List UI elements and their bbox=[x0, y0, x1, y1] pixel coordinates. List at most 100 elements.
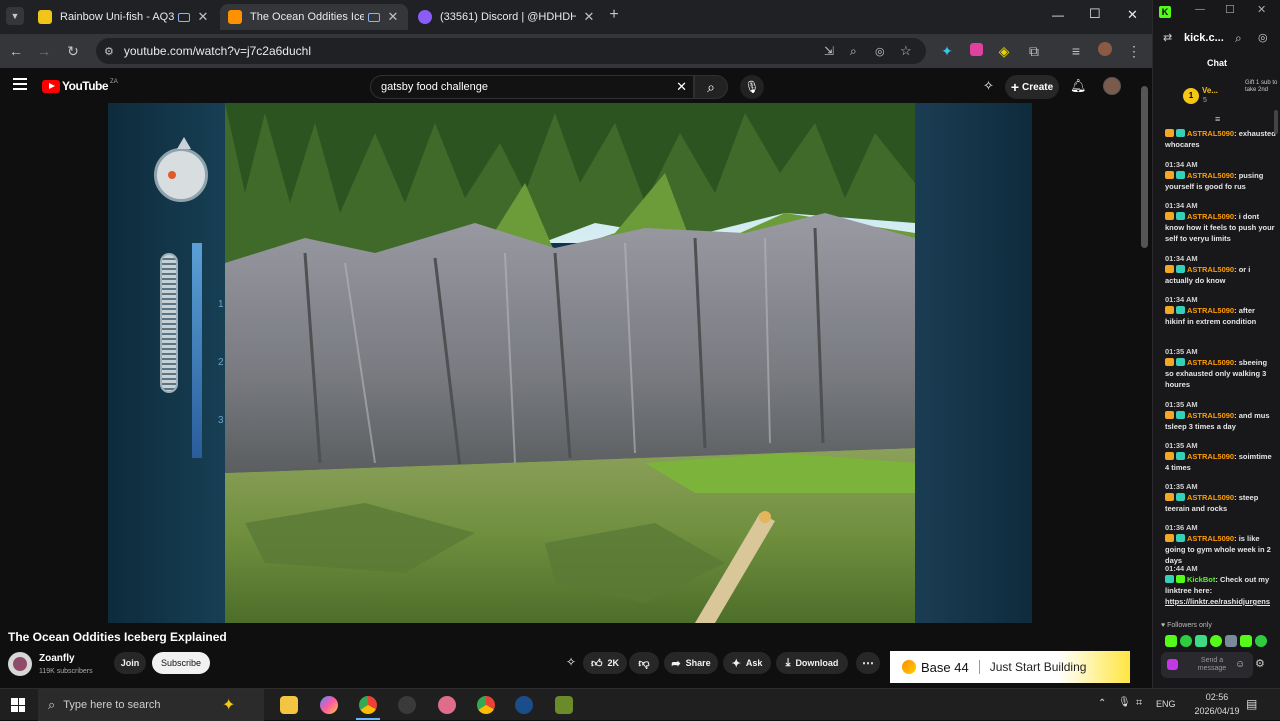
forward-arrow-icon[interactable]: → bbox=[35, 42, 53, 60]
panel-minimize-button[interactable]: — bbox=[1195, 4, 1205, 15]
extension-1-icon[interactable]: ✦ bbox=[938, 42, 956, 60]
steam-icon[interactable] bbox=[515, 696, 533, 714]
chat-send-input[interactable]: Send a message ☺ bbox=[1161, 652, 1253, 678]
back-arrow-icon[interactable]: ← bbox=[7, 42, 25, 60]
tab-search-button[interactable]: ▼ bbox=[6, 7, 24, 25]
chat-message: 01:34 AM ASTRAL5090: pusing yourself is g… bbox=[1165, 159, 1277, 192]
ask-button[interactable]: ✦ Ask bbox=[723, 652, 771, 674]
windows-start-icon[interactable] bbox=[11, 698, 25, 712]
chat-message: 01:35 AM ASTRAL5090: steep teerain and ro… bbox=[1165, 481, 1277, 514]
message-time: 01:44 AM bbox=[1165, 564, 1198, 573]
ad-banner[interactable]: Base 44 Just Start Building bbox=[890, 651, 1130, 683]
extension-3-icon[interactable]: ◈ bbox=[995, 42, 1013, 60]
message-username[interactable]: ASTRAL5090 bbox=[1187, 171, 1234, 180]
youtube-logo[interactable]: YouTube ZA bbox=[42, 79, 118, 93]
extension-2-icon[interactable] bbox=[967, 42, 985, 60]
create-button[interactable]: + Create bbox=[1005, 75, 1059, 99]
notifications-icon[interactable]: ▤ bbox=[1246, 697, 1257, 711]
download-button[interactable]: ⤓ Download bbox=[776, 652, 848, 674]
clock-time[interactable]: 02:56 bbox=[1197, 692, 1237, 702]
panel-close-button[interactable]: ✕ bbox=[1257, 3, 1266, 16]
message-username[interactable]: ASTRAL5090 bbox=[1187, 358, 1234, 367]
tab-youtube[interactable]: The Ocean Oddities Iceberg ✕ bbox=[220, 4, 408, 30]
gift-sub-text[interactable]: Gift 1 sub to take 2nd bbox=[1245, 80, 1279, 94]
taskbar-search-box[interactable]: ⌕ Type here to search ✦ bbox=[38, 689, 264, 721]
profile-avatar-icon[interactable] bbox=[1096, 42, 1114, 60]
user-badge-icon bbox=[1165, 534, 1174, 542]
clock-date[interactable]: 2026/04/19 bbox=[1187, 706, 1247, 716]
page-scrollbar[interactable] bbox=[1141, 72, 1148, 262]
panel-maximize-button[interactable]: ☐ bbox=[1225, 3, 1235, 16]
chrome-profile-icon[interactable] bbox=[477, 696, 495, 714]
extensions-puzzle-icon[interactable]: ⧉ bbox=[1025, 42, 1043, 60]
close-tab-icon[interactable]: ✕ bbox=[196, 9, 210, 25]
pinned-leaderboard[interactable]: 1 Ve... 5 Gift 1 sub to take 2nd bbox=[1157, 80, 1277, 110]
snipping-tool-icon[interactable] bbox=[438, 696, 456, 714]
depth-scale bbox=[192, 243, 202, 458]
channel-name[interactable]: Zoanfly bbox=[39, 653, 75, 664]
message-username[interactable]: ASTRAL5090 bbox=[1187, 265, 1234, 274]
game-app-icon[interactable] bbox=[555, 696, 573, 714]
close-tab-icon[interactable]: ✕ bbox=[386, 9, 400, 25]
message-username[interactable]: ASTRAL5090 bbox=[1187, 452, 1234, 461]
file-explorer-icon[interactable] bbox=[280, 696, 298, 714]
message-username[interactable]: KickBot bbox=[1187, 575, 1215, 584]
notifications-bell-icon[interactable]: 🔔︎ bbox=[1070, 78, 1087, 94]
address-bar[interactable]: ⚙ youtube.com/watch?v=j7c2a6duchl ⇲ ⌕ ◎ … bbox=[96, 38, 926, 64]
tab-aq3d[interactable]: Rainbow Uni-fish - AQ3D ✕ bbox=[30, 4, 218, 30]
maximize-button[interactable]: ☐ bbox=[1089, 6, 1101, 22]
message-username[interactable]: ASTRAL5090 bbox=[1187, 129, 1234, 138]
zoom-icon[interactable]: ⌕ bbox=[850, 44, 857, 59]
site-info-icon[interactable]: ⚙ bbox=[104, 45, 114, 58]
install-app-icon[interactable]: ⇲ bbox=[824, 44, 834, 58]
share-button[interactable]: ➦ Share bbox=[664, 652, 718, 674]
eye-off-icon[interactable]: ◎ bbox=[875, 45, 885, 58]
chat-settings-icon[interactable]: ⚙ bbox=[1255, 657, 1265, 670]
close-window-button[interactable]: ✕ bbox=[1127, 7, 1138, 23]
message-username[interactable]: ASTRAL5090 bbox=[1187, 411, 1234, 420]
minimize-button[interactable]: — bbox=[1052, 8, 1064, 22]
clear-search-icon[interactable]: ✕ bbox=[676, 79, 687, 95]
menu-hamburger-icon[interactable] bbox=[13, 78, 27, 90]
linktree-link[interactable]: https://linktr.ee/rashidjurgens bbox=[1165, 596, 1277, 607]
app-dark-icon[interactable] bbox=[398, 696, 416, 714]
copilot-icon[interactable] bbox=[320, 696, 338, 714]
close-tab-icon[interactable]: ✕ bbox=[582, 9, 596, 25]
ai-icon[interactable]: ✧ bbox=[983, 78, 994, 94]
video-player[interactable]: 1 2 3 bbox=[108, 103, 1032, 623]
language-indicator[interactable]: ENG bbox=[1156, 699, 1176, 709]
chrome-icon[interactable] bbox=[359, 696, 377, 714]
reload-icon[interactable]: ↻ bbox=[64, 42, 82, 60]
search-input[interactable]: gatsby food challenge ✕ bbox=[370, 75, 694, 99]
channel-avatar[interactable] bbox=[8, 652, 32, 676]
message-username[interactable]: ASTRAL5090 bbox=[1187, 212, 1234, 221]
panel-scrollbar[interactable] bbox=[1274, 110, 1278, 134]
media-controls-icon[interactable]: ≡ bbox=[1067, 42, 1085, 60]
emoji-picker-icon[interactable]: ☺ bbox=[1235, 659, 1245, 670]
message-username[interactable]: ASTRAL5090 bbox=[1187, 493, 1234, 502]
network-icon[interactable]: ⌗ bbox=[1136, 697, 1142, 710]
message-username[interactable]: ASTRAL5090 bbox=[1187, 306, 1234, 315]
ai-summary-icon[interactable]: ✧ bbox=[566, 655, 576, 669]
chat-scroll-indicator[interactable]: ≡ bbox=[1215, 114, 1220, 124]
voice-search-button[interactable]: 🎙 bbox=[740, 75, 764, 99]
panel-zoom-icon[interactable]: ⌕ bbox=[1235, 31, 1242, 46]
video-info: The Ocean Oddities Iceberg Explained Zoa… bbox=[0, 623, 1140, 688]
more-actions-button[interactable]: ⋯ bbox=[856, 652, 880, 674]
message-username[interactable]: ASTRAL5090 bbox=[1187, 534, 1234, 543]
panel-tab-icon[interactable]: ⇄ bbox=[1163, 31, 1172, 44]
tab-discord[interactable]: (33561) Discord | @HDHDHDH ✕ bbox=[410, 4, 604, 30]
like-button[interactable]: 👍︎ 2K bbox=[583, 652, 627, 674]
join-button[interactable]: Join bbox=[114, 652, 146, 674]
show-hidden-icons[interactable]: ⌃ bbox=[1098, 698, 1106, 709]
panel-eye-off-icon[interactable]: ◎ bbox=[1258, 31, 1268, 44]
subscribe-button[interactable]: Subscribe bbox=[152, 652, 210, 674]
new-tab-button[interactable]: + bbox=[606, 6, 622, 24]
bookmark-star-icon[interactable]: ☆ bbox=[900, 43, 912, 59]
emote-row[interactable] bbox=[1165, 635, 1277, 649]
dislike-button[interactable]: 👎︎ bbox=[629, 652, 659, 674]
microphone-tray-icon[interactable]: 🎙 bbox=[1118, 697, 1131, 708]
browser-menu-icon[interactable]: ⋮ bbox=[1125, 42, 1143, 60]
account-avatar[interactable] bbox=[1103, 77, 1121, 95]
search-button[interactable]: ⌕ bbox=[694, 75, 728, 99]
